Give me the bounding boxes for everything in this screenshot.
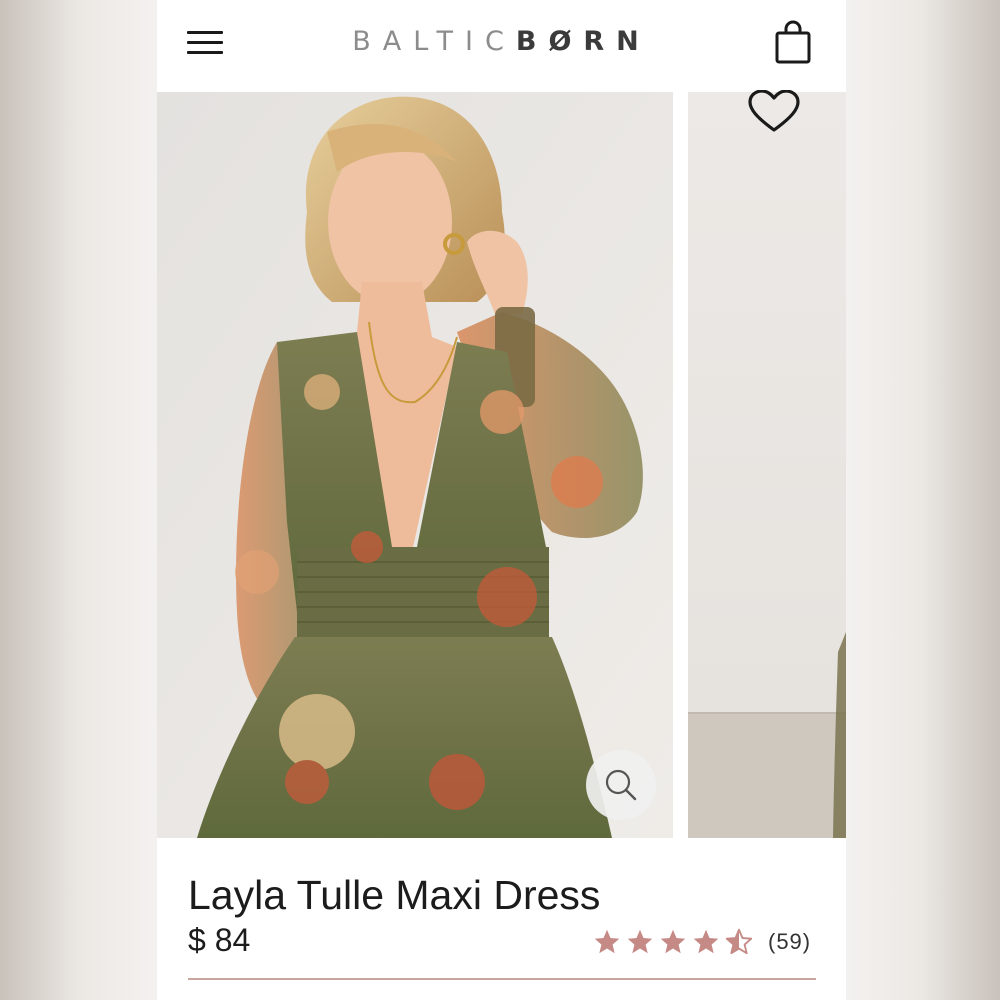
next-photo bbox=[688, 632, 846, 838]
star-full-icon bbox=[594, 929, 620, 954]
section-divider bbox=[188, 978, 816, 980]
heart-outline-icon bbox=[748, 89, 800, 132]
logo-text-light: BALTIC bbox=[352, 26, 516, 57]
product-title: Layla Tulle Maxi Dress bbox=[188, 872, 601, 918]
star-half-icon bbox=[725, 928, 753, 955]
shopping-bag-icon bbox=[775, 20, 811, 64]
model-photo bbox=[157, 92, 673, 838]
product-price: $ 84 bbox=[188, 922, 251, 958]
star-full-icon bbox=[693, 929, 719, 954]
star-full-icon bbox=[660, 929, 686, 954]
rating-summary[interactable]: (59) bbox=[593, 924, 811, 960]
brand-logo[interactable]: BALTICBØRN bbox=[157, 26, 846, 57]
wishlist-button[interactable] bbox=[746, 89, 802, 136]
product-image-next[interactable] bbox=[688, 92, 846, 838]
magnifier-icon bbox=[605, 769, 637, 801]
review-count[interactable]: (59) bbox=[768, 929, 811, 955]
product-page: BALTICBØRN Layla Tulle Maxi Dress $ 84 (… bbox=[157, 0, 846, 1000]
site-header: BALTICBØRN bbox=[157, 0, 846, 90]
product-image-main[interactable] bbox=[157, 92, 673, 838]
logo-text-dark: BØRN bbox=[515, 26, 651, 57]
zoom-button[interactable] bbox=[586, 750, 656, 820]
star-full-icon bbox=[627, 929, 653, 954]
cart-button[interactable] bbox=[774, 20, 812, 66]
